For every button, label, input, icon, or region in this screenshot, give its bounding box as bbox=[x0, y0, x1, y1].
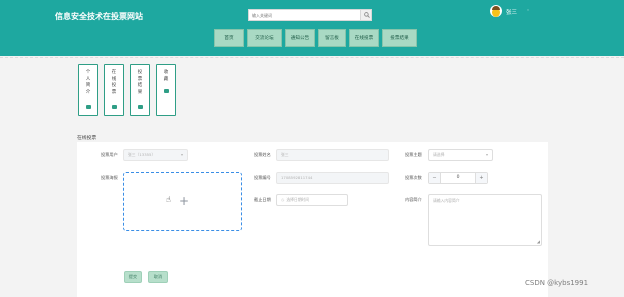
content-placeholder: 请输入内容简介 bbox=[433, 198, 460, 203]
nav-item-forum[interactable]: 交流论坛 bbox=[247, 29, 282, 47]
decrement-button[interactable]: − bbox=[429, 173, 441, 183]
deadline-label: 截止日期 bbox=[254, 197, 271, 202]
side-card-profile[interactable]: 个人简介 bbox=[78, 64, 98, 116]
vote-name-label: 投票姓名 bbox=[254, 152, 271, 157]
deadline-picker[interactable]: ◷ 选择日期时间 bbox=[276, 194, 348, 206]
content-textarea[interactable]: 请输入内容简介 ◢ bbox=[428, 194, 542, 246]
vote-count-value[interactable]: 0 bbox=[441, 173, 475, 183]
search-input[interactable] bbox=[249, 10, 361, 20]
lock-icon bbox=[164, 89, 169, 93]
search-box bbox=[248, 9, 372, 21]
vote-count-label: 投票次数 bbox=[405, 175, 422, 180]
chevron-down-icon: ▾ bbox=[180, 152, 183, 157]
plus-icon: + bbox=[179, 194, 190, 208]
cancel-button[interactable]: 取消 bbox=[148, 271, 168, 283]
vote-number-field: 1708592811744 bbox=[276, 172, 389, 184]
content-label: 内容简介 bbox=[405, 197, 422, 202]
vote-name-field: 张三 bbox=[276, 149, 389, 161]
lock-icon bbox=[138, 105, 143, 109]
side-card-favorites[interactable]: 收藏 bbox=[156, 64, 176, 116]
avatar-hair bbox=[492, 6, 500, 10]
avatar[interactable] bbox=[490, 5, 502, 17]
deadline-placeholder: 选择日期时间 bbox=[286, 197, 310, 202]
side-card-label: 投票结果 bbox=[137, 70, 143, 95]
submit-button[interactable]: 提交 bbox=[124, 271, 142, 283]
vote-number-label: 投票编号 bbox=[254, 175, 271, 180]
lock-icon bbox=[112, 105, 117, 109]
vote-topic-select[interactable]: 请选择 ▾ bbox=[428, 149, 493, 161]
vote-topic-placeholder: 请选择 bbox=[433, 152, 445, 157]
section-title: 在线投票 bbox=[77, 136, 97, 141]
hand-pointer-icon: ☝ bbox=[166, 195, 171, 204]
increment-button[interactable]: + bbox=[475, 173, 487, 183]
voter-value: 张三（13355） bbox=[128, 152, 156, 157]
side-card-vote-results[interactable]: 投票结果 bbox=[130, 64, 150, 116]
nav-item-vote[interactable]: 在线投票 bbox=[349, 29, 379, 47]
image-upload[interactable]: ☝ + bbox=[123, 172, 242, 231]
nav-item-messages[interactable]: 留言板 bbox=[318, 29, 346, 47]
main-nav: 首页 交流论坛 通知公告 留言板 在线投票 投票结果 bbox=[214, 29, 417, 47]
watermark: CSDN @kybs1991 bbox=[525, 279, 589, 287]
vote-topic-label: 投票主题 bbox=[405, 152, 422, 157]
nav-item-notice[interactable]: 通知公告 bbox=[285, 29, 315, 47]
lock-icon bbox=[86, 105, 91, 109]
side-card-label: 个人简介 bbox=[85, 70, 91, 95]
top-header: 信息安全技术在投票网站 张三 ˅ 首页 交流论坛 通知公告 留言板 在线投票 投… bbox=[0, 0, 624, 56]
vote-image-label: 投票海报 bbox=[101, 175, 118, 180]
voter-select: 张三（13355） ▾ bbox=[123, 149, 188, 161]
nav-item-results[interactable]: 投票结果 bbox=[382, 29, 417, 47]
side-card-online-vote[interactable]: 在线投票 bbox=[104, 64, 124, 116]
side-card-label: 在线投票 bbox=[111, 70, 117, 95]
header-divider bbox=[0, 57, 624, 59]
user-name[interactable]: 张三 bbox=[506, 8, 517, 16]
voter-label: 投票用户 bbox=[101, 152, 118, 157]
chevron-down-icon[interactable]: ˅ bbox=[527, 9, 529, 14]
vote-count-stepper[interactable]: − 0 + bbox=[428, 172, 488, 184]
search-button[interactable] bbox=[360, 10, 371, 20]
chevron-down-icon: ▾ bbox=[485, 152, 488, 157]
search-icon bbox=[364, 12, 370, 18]
site-title: 信息安全技术在投票网站 bbox=[55, 12, 143, 21]
nav-item-home[interactable]: 首页 bbox=[214, 29, 244, 47]
side-card-label: 收藏 bbox=[163, 70, 169, 82]
clock-icon: ◷ bbox=[281, 197, 285, 202]
resize-handle-icon[interactable]: ◢ bbox=[537, 240, 540, 244]
